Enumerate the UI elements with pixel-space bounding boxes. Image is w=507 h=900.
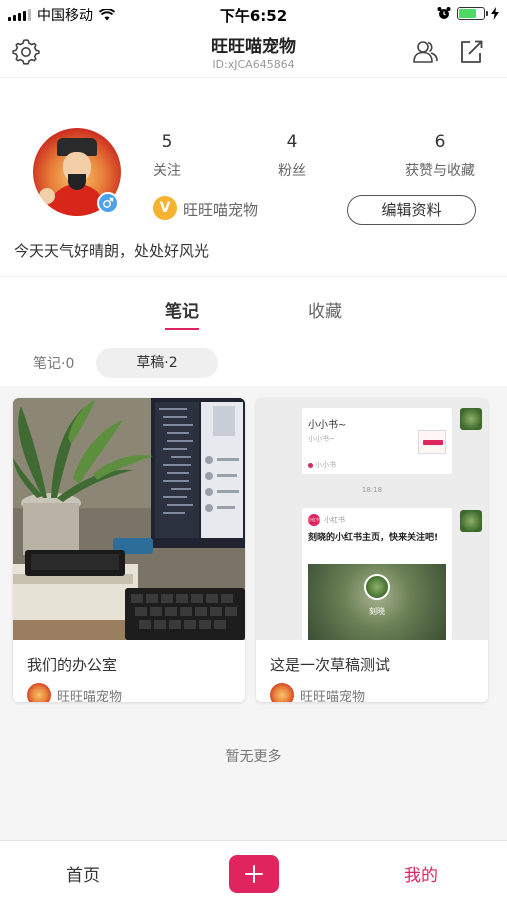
filter-notes[interactable]: 笔记·0 — [33, 353, 74, 373]
stat-following[interactable]: 5 关注 — [142, 132, 192, 180]
preview-message-text: 刻晓的小红书主页，快来关注吧! — [308, 533, 439, 543]
author-avatar — [27, 683, 51, 702]
alarm-icon — [437, 7, 451, 19]
battery-icon — [457, 6, 488, 20]
filter-drafts[interactable]: 草稿·2 — [96, 348, 218, 378]
preview-photo-name: 刻晓 — [369, 607, 385, 616]
add-friend-icon[interactable] — [410, 37, 440, 67]
preview-avatar — [460, 408, 482, 430]
tab-collect[interactable]: 收藏 — [308, 297, 342, 322]
charging-icon — [491, 6, 499, 20]
preview-time: 18:18 — [361, 486, 383, 494]
preview-card-sub: 小小书~ — [308, 435, 335, 443]
status-right — [437, 6, 499, 20]
avatar-wrapper[interactable] — [33, 128, 121, 216]
likes-count: 6 — [434, 132, 446, 152]
no-more-label: 暂无更多 — [225, 749, 282, 765]
preview-share-card: 小小书~ 小小书~ 小小书 — [302, 408, 452, 474]
profile-bio: 今天天气好晴朗，处处好风光 — [14, 242, 210, 260]
preview-brand: 小红书 小红书 — [308, 514, 345, 526]
preview-avatar — [460, 510, 482, 532]
status-time: 下午6:52 — [219, 7, 288, 25]
author-name: 旺旺喵宠物 — [300, 689, 366, 703]
tab-mine[interactable]: 我的 — [404, 861, 438, 886]
tab-notes[interactable]: 笔记 — [165, 297, 199, 322]
note-filter: 笔记·0 草稿·2 — [0, 340, 507, 386]
fans-count: 4 — [286, 132, 298, 152]
edit-profile-button[interactable]: 编辑资料 — [347, 195, 476, 225]
preview-card-footer: 小小书 — [308, 460, 336, 470]
profile-section: 5 关注 4 粉丝 6 获赞与收藏 V 旺旺喵宠物 编辑资料 今天天气好晴朗，处… — [0, 78, 507, 276]
card-title: 这是一次草稿测试 — [270, 656, 391, 674]
compose-icon[interactable] — [456, 37, 486, 67]
fans-label: 粉丝 — [278, 163, 306, 179]
add-post-button[interactable] — [229, 855, 279, 893]
following-label: 关注 — [153, 163, 181, 179]
preview-message-card: 小红书 小红书 刻晓的小红书主页，快来关注吧! 刻晓 — [302, 508, 452, 640]
likes-label: 获赞与收藏 — [405, 163, 475, 179]
preview-card-thumb — [418, 430, 446, 454]
draft-card[interactable]: 我们的办公室 旺旺喵宠物 — [13, 398, 245, 702]
male-gender-icon — [97, 192, 119, 214]
following-count: 5 — [161, 132, 173, 152]
author-avatar — [270, 683, 294, 702]
card-author: 旺旺喵宠物 — [27, 683, 122, 702]
office-photo — [13, 398, 245, 640]
draft-grid: 我们的办公室 旺旺喵宠物 小小书~ 小小书~ 小小书 18:18 小红书 小红书… — [0, 386, 507, 840]
bottom-tab-bar: 首页 我的 — [0, 840, 507, 900]
draft-card[interactable]: 小小书~ 小小书~ 小小书 18:18 小红书 小红书 刻晓的小红书主页，快来关… — [256, 398, 488, 702]
tab-home[interactable]: 首页 — [66, 861, 100, 886]
card-author: 旺旺喵宠物 — [270, 683, 365, 702]
card-title: 我们的办公室 — [27, 656, 118, 674]
verified-badge-icon: V — [153, 196, 177, 220]
stat-likes[interactable]: 6 获赞与收藏 — [395, 132, 485, 180]
active-tab-indicator — [165, 328, 199, 330]
profile-name: 旺旺喵宠物 — [183, 201, 259, 219]
stat-fans[interactable]: 4 粉丝 — [267, 132, 317, 180]
preview-photo: 刻晓 — [308, 564, 446, 640]
author-name: 旺旺喵宠物 — [57, 689, 123, 703]
chat-screenshot-preview: 小小书~ 小小书~ 小小书 18:18 小红书 小红书 刻晓的小红书主页，快来关… — [256, 398, 488, 640]
brand-logo-icon: 小红书 — [308, 514, 320, 526]
preview-card-title: 小小书~ — [308, 420, 347, 431]
status-bar: 中国移动 下午6:52 — [0, 0, 507, 28]
nav-bar: 旺旺喵宠物 ID:xJCA645864 — [0, 28, 507, 78]
content-tabs: 笔记 收藏 — [0, 276, 507, 340]
preview-card-footer-text: 小小书 — [315, 461, 336, 469]
preview-brand-name: 小红书 — [324, 516, 345, 524]
